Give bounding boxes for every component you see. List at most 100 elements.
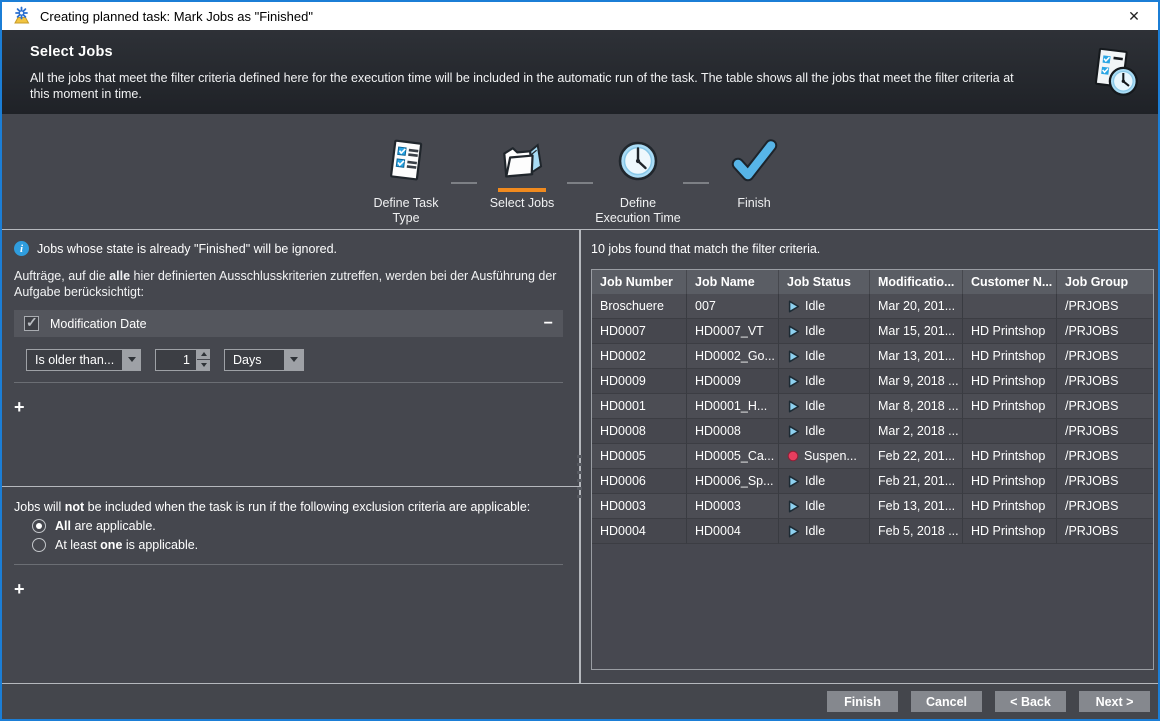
step-select-jobs[interactable]: Select Jobs xyxy=(477,135,567,211)
filter-criteria-panel: i Jobs whose state is already "Finished"… xyxy=(2,231,579,487)
table-cell: /PRJOBS xyxy=(1057,344,1153,369)
idle-play-icon xyxy=(787,300,800,313)
jobs-folder-icon xyxy=(498,138,546,184)
step-connector xyxy=(683,182,709,184)
job-status-cell: Idle xyxy=(779,394,870,419)
value-spinner xyxy=(155,349,210,371)
table-cell: HD0009 xyxy=(687,369,779,394)
table-cell: HD0001 xyxy=(592,394,687,419)
table-cell: /PRJOBS xyxy=(1057,419,1153,444)
step-label: Finish xyxy=(737,196,770,211)
inclusion-criteria-text: Aufträge, auf die alle hier definierten … xyxy=(14,268,567,300)
exclusion-criteria-panel: Jobs will not be included when the task … xyxy=(2,488,579,685)
divider xyxy=(14,564,563,565)
table-cell: HD0006 xyxy=(592,469,687,494)
job-status-text: Idle xyxy=(805,344,825,369)
table-row[interactable]: HD0003HD0003IdleFeb 13, 201...HD Printsh… xyxy=(592,494,1153,519)
radio-at-least-one[interactable] xyxy=(32,538,46,552)
table-row[interactable]: HD0008HD0008IdleMar 2, 2018 .../PRJOBS xyxy=(592,419,1153,444)
value-input[interactable] xyxy=(155,349,197,371)
task-document-clock-icon xyxy=(1084,44,1144,102)
table-cell: Broschuere xyxy=(592,294,687,319)
table-cell: Feb 21, 201... xyxy=(870,469,963,494)
table-row[interactable]: HD0004HD0004IdleFeb 5, 2018 ...HD Prints… xyxy=(592,519,1153,544)
table-cell: /PRJOBS xyxy=(1057,394,1153,419)
column-header-job-number[interactable]: Job Number xyxy=(592,270,687,294)
criterion-controls: Is older than... Days xyxy=(14,337,563,383)
table-row[interactable]: HD0001HD0001_H...IdleMar 8, 2018 ...HD P… xyxy=(592,394,1153,419)
step-finish[interactable]: Finish xyxy=(709,135,799,211)
job-status-cell: Idle xyxy=(779,319,870,344)
idle-play-icon xyxy=(787,400,800,413)
table-cell: HD0009 xyxy=(592,369,687,394)
table-cell: Mar 13, 201... xyxy=(870,344,963,369)
jobs-table: Job Number Job Name Job Status Modificat… xyxy=(591,269,1154,670)
column-header-job-group[interactable]: Job Group xyxy=(1057,270,1153,294)
spinner-down-icon[interactable] xyxy=(197,360,210,371)
job-status-text: Idle xyxy=(805,519,825,544)
table-cell: /PRJOBS xyxy=(1057,294,1153,319)
table-cell: HD Printshop xyxy=(963,444,1057,469)
column-header-job-name[interactable]: Job Name xyxy=(687,270,779,294)
back-button[interactable]: < Back xyxy=(995,691,1066,712)
table-row[interactable]: HD0002HD0002_Go...IdleMar 13, 201...HD P… xyxy=(592,344,1153,369)
page-title: Select Jobs xyxy=(30,44,1130,60)
job-status-text: Suspen... xyxy=(804,444,857,469)
job-status-text: Idle xyxy=(805,319,825,344)
title-bar[interactable]: Creating planned task: Mark Jobs as "Fin… xyxy=(2,2,1158,30)
add-exclusion-button[interactable]: + xyxy=(14,579,34,600)
table-row[interactable]: HD0007HD0007_VTIdleMar 15, 201...HD Prin… xyxy=(592,319,1153,344)
exclusion-option-one[interactable]: At least one is applicable. xyxy=(32,538,563,552)
job-status-text: Idle xyxy=(805,394,825,419)
window-title: Creating planned task: Mark Jobs as "Fin… xyxy=(40,9,313,24)
next-button[interactable]: Next > xyxy=(1079,691,1150,712)
table-row[interactable]: Broschuere007IdleMar 20, 201.../PRJOBS xyxy=(592,294,1153,319)
job-status-cell: Idle xyxy=(779,344,870,369)
table-cell: HD0002 xyxy=(592,344,687,369)
column-header-modification[interactable]: Modificatio... xyxy=(870,270,963,294)
radio-all[interactable] xyxy=(32,519,46,533)
unit-dropdown[interactable]: Days xyxy=(224,349,304,371)
operator-dropdown[interactable]: Is older than... xyxy=(26,349,141,371)
cancel-button[interactable]: Cancel xyxy=(911,691,982,712)
table-cell: HD0008 xyxy=(687,419,779,444)
table-cell: HD Printshop xyxy=(963,394,1057,419)
jobs-panel: 10 jobs found that match the filter crit… xyxy=(581,230,1158,685)
finish-button[interactable]: Finish xyxy=(827,691,898,712)
chevron-down-icon[interactable] xyxy=(284,350,303,370)
idle-play-icon xyxy=(787,325,800,338)
column-header-job-status[interactable]: Job Status xyxy=(779,270,870,294)
idle-play-icon xyxy=(787,525,800,538)
table-cell: HD0008 xyxy=(592,419,687,444)
table-cell: HD Printshop xyxy=(963,319,1057,344)
table-row[interactable]: HD0009HD0009IdleMar 9, 2018 ...HD Prints… xyxy=(592,369,1153,394)
column-header-customer[interactable]: Customer N... xyxy=(963,270,1057,294)
table-cell xyxy=(963,419,1057,444)
table-cell: HD0004 xyxy=(592,519,687,544)
table-cell: HD0007_VT xyxy=(687,319,779,344)
chevron-down-icon[interactable] xyxy=(122,350,141,370)
step-define-task-type[interactable]: Define Task Type xyxy=(361,135,451,226)
page-description: All the jobs that meet the filter criter… xyxy=(30,70,1020,102)
job-status-cell: Idle xyxy=(779,494,870,519)
close-icon[interactable]: ✕ xyxy=(1122,2,1146,30)
table-cell: /PRJOBS xyxy=(1057,494,1153,519)
table-cell: HD0007 xyxy=(592,319,687,344)
checkmark-icon xyxy=(728,138,780,184)
table-row[interactable]: HD0006HD0006_Sp...IdleFeb 21, 201...HD P… xyxy=(592,469,1153,494)
wizard-header: Select Jobs All the jobs that meet the f… xyxy=(2,30,1158,114)
add-criterion-button[interactable]: + xyxy=(14,397,34,418)
job-status-text: Idle xyxy=(805,369,825,394)
table-cell: HD Printshop xyxy=(963,369,1057,394)
table-row[interactable]: HD0005HD0005_Ca...Suspen...Feb 22, 201..… xyxy=(592,444,1153,469)
exclusion-option-all[interactable]: All are applicable. xyxy=(32,519,563,533)
collapse-criterion-button[interactable]: − xyxy=(544,317,553,331)
step-define-execution-time[interactable]: Define Execution Time xyxy=(593,135,683,226)
table-cell: /PRJOBS xyxy=(1057,469,1153,494)
job-status-text: Idle xyxy=(805,419,825,444)
table-cell: 007 xyxy=(687,294,779,319)
modification-date-checkbox[interactable]: ✓ xyxy=(24,316,39,331)
spinner-up-icon[interactable] xyxy=(197,349,210,360)
suspended-icon xyxy=(787,450,799,462)
table-cell: HD0005 xyxy=(592,444,687,469)
